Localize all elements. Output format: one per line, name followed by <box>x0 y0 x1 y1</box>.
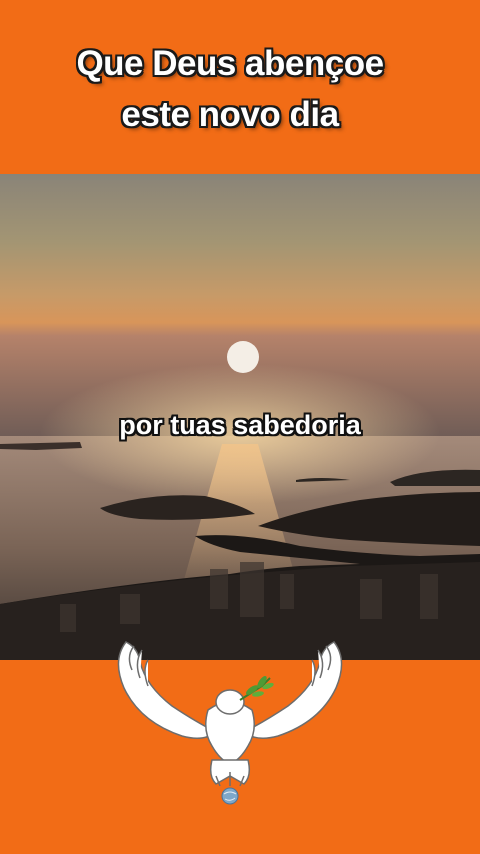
title-line-2: este novo dia <box>121 95 339 134</box>
title-line-1: Que Deus abençoe <box>76 44 384 83</box>
caption-text: por tuas sabedoria <box>119 410 361 440</box>
sun-icon <box>227 341 259 373</box>
dove-with-olive-branch-icon <box>117 641 343 805</box>
greeting-title: Que Deus abençoe este novo dia <box>0 38 460 140</box>
globe-icon <box>221 787 239 805</box>
video-frame: Que Deus abençoe este novo dia por tuas … <box>0 0 480 854</box>
